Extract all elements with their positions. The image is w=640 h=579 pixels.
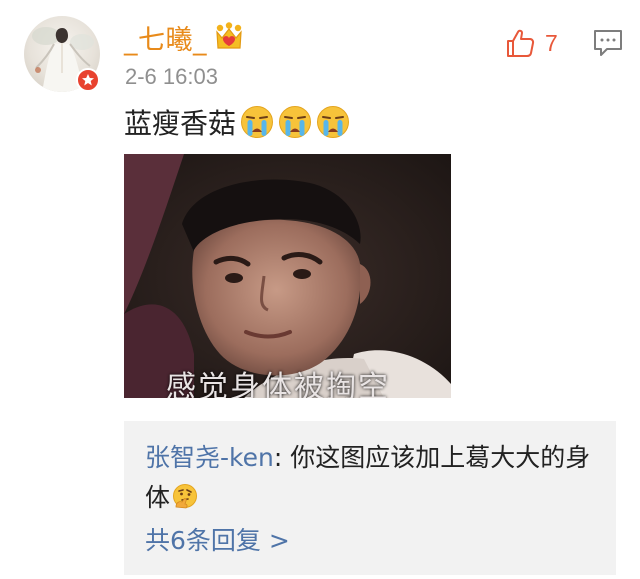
comment-card: _七曦_ 2-6 16:03 7 蓝瘦香菇 感觉身体被掏空 张智尧-ken: 你…: [0, 0, 640, 579]
crying-face-icon: [317, 106, 350, 138]
thumbs-up-icon: [507, 29, 535, 57]
comment-image[interactable]: 感觉身体被掏空: [124, 154, 451, 398]
reply-comment-icon[interactable]: [593, 29, 623, 57]
like-button[interactable]: 7: [505, 26, 558, 60]
like-count: 7: [545, 29, 558, 56]
comment-body: 蓝瘦香菇: [124, 107, 237, 140]
verified-badge-icon: [76, 68, 100, 92]
username-row: _七曦_: [124, 18, 245, 56]
image-caption: 感觉身体被掏空: [166, 370, 390, 398]
crying-face-icon: [279, 106, 312, 138]
crying-face-icon: [241, 106, 274, 138]
crown-icon: [216, 22, 242, 49]
username[interactable]: _七曦_: [124, 18, 207, 57]
reply-preview[interactable]: 张智尧-ken: 你这图应该加上葛大大的身体 共6条回复 >: [124, 421, 616, 575]
comment-text: 蓝瘦香菇: [124, 102, 350, 142]
timestamp: 2-6 16:03: [125, 64, 218, 89]
reply-separator: :: [273, 443, 291, 472]
view-all-replies-link[interactable]: 共6条回复 >: [145, 521, 290, 557]
reply-line: 张智尧-ken: 你这图应该加上葛大大的身体: [145, 438, 595, 518]
thinking-face-icon: [173, 484, 198, 509]
reply-author[interactable]: 张智尧-ken: [145, 443, 274, 472]
